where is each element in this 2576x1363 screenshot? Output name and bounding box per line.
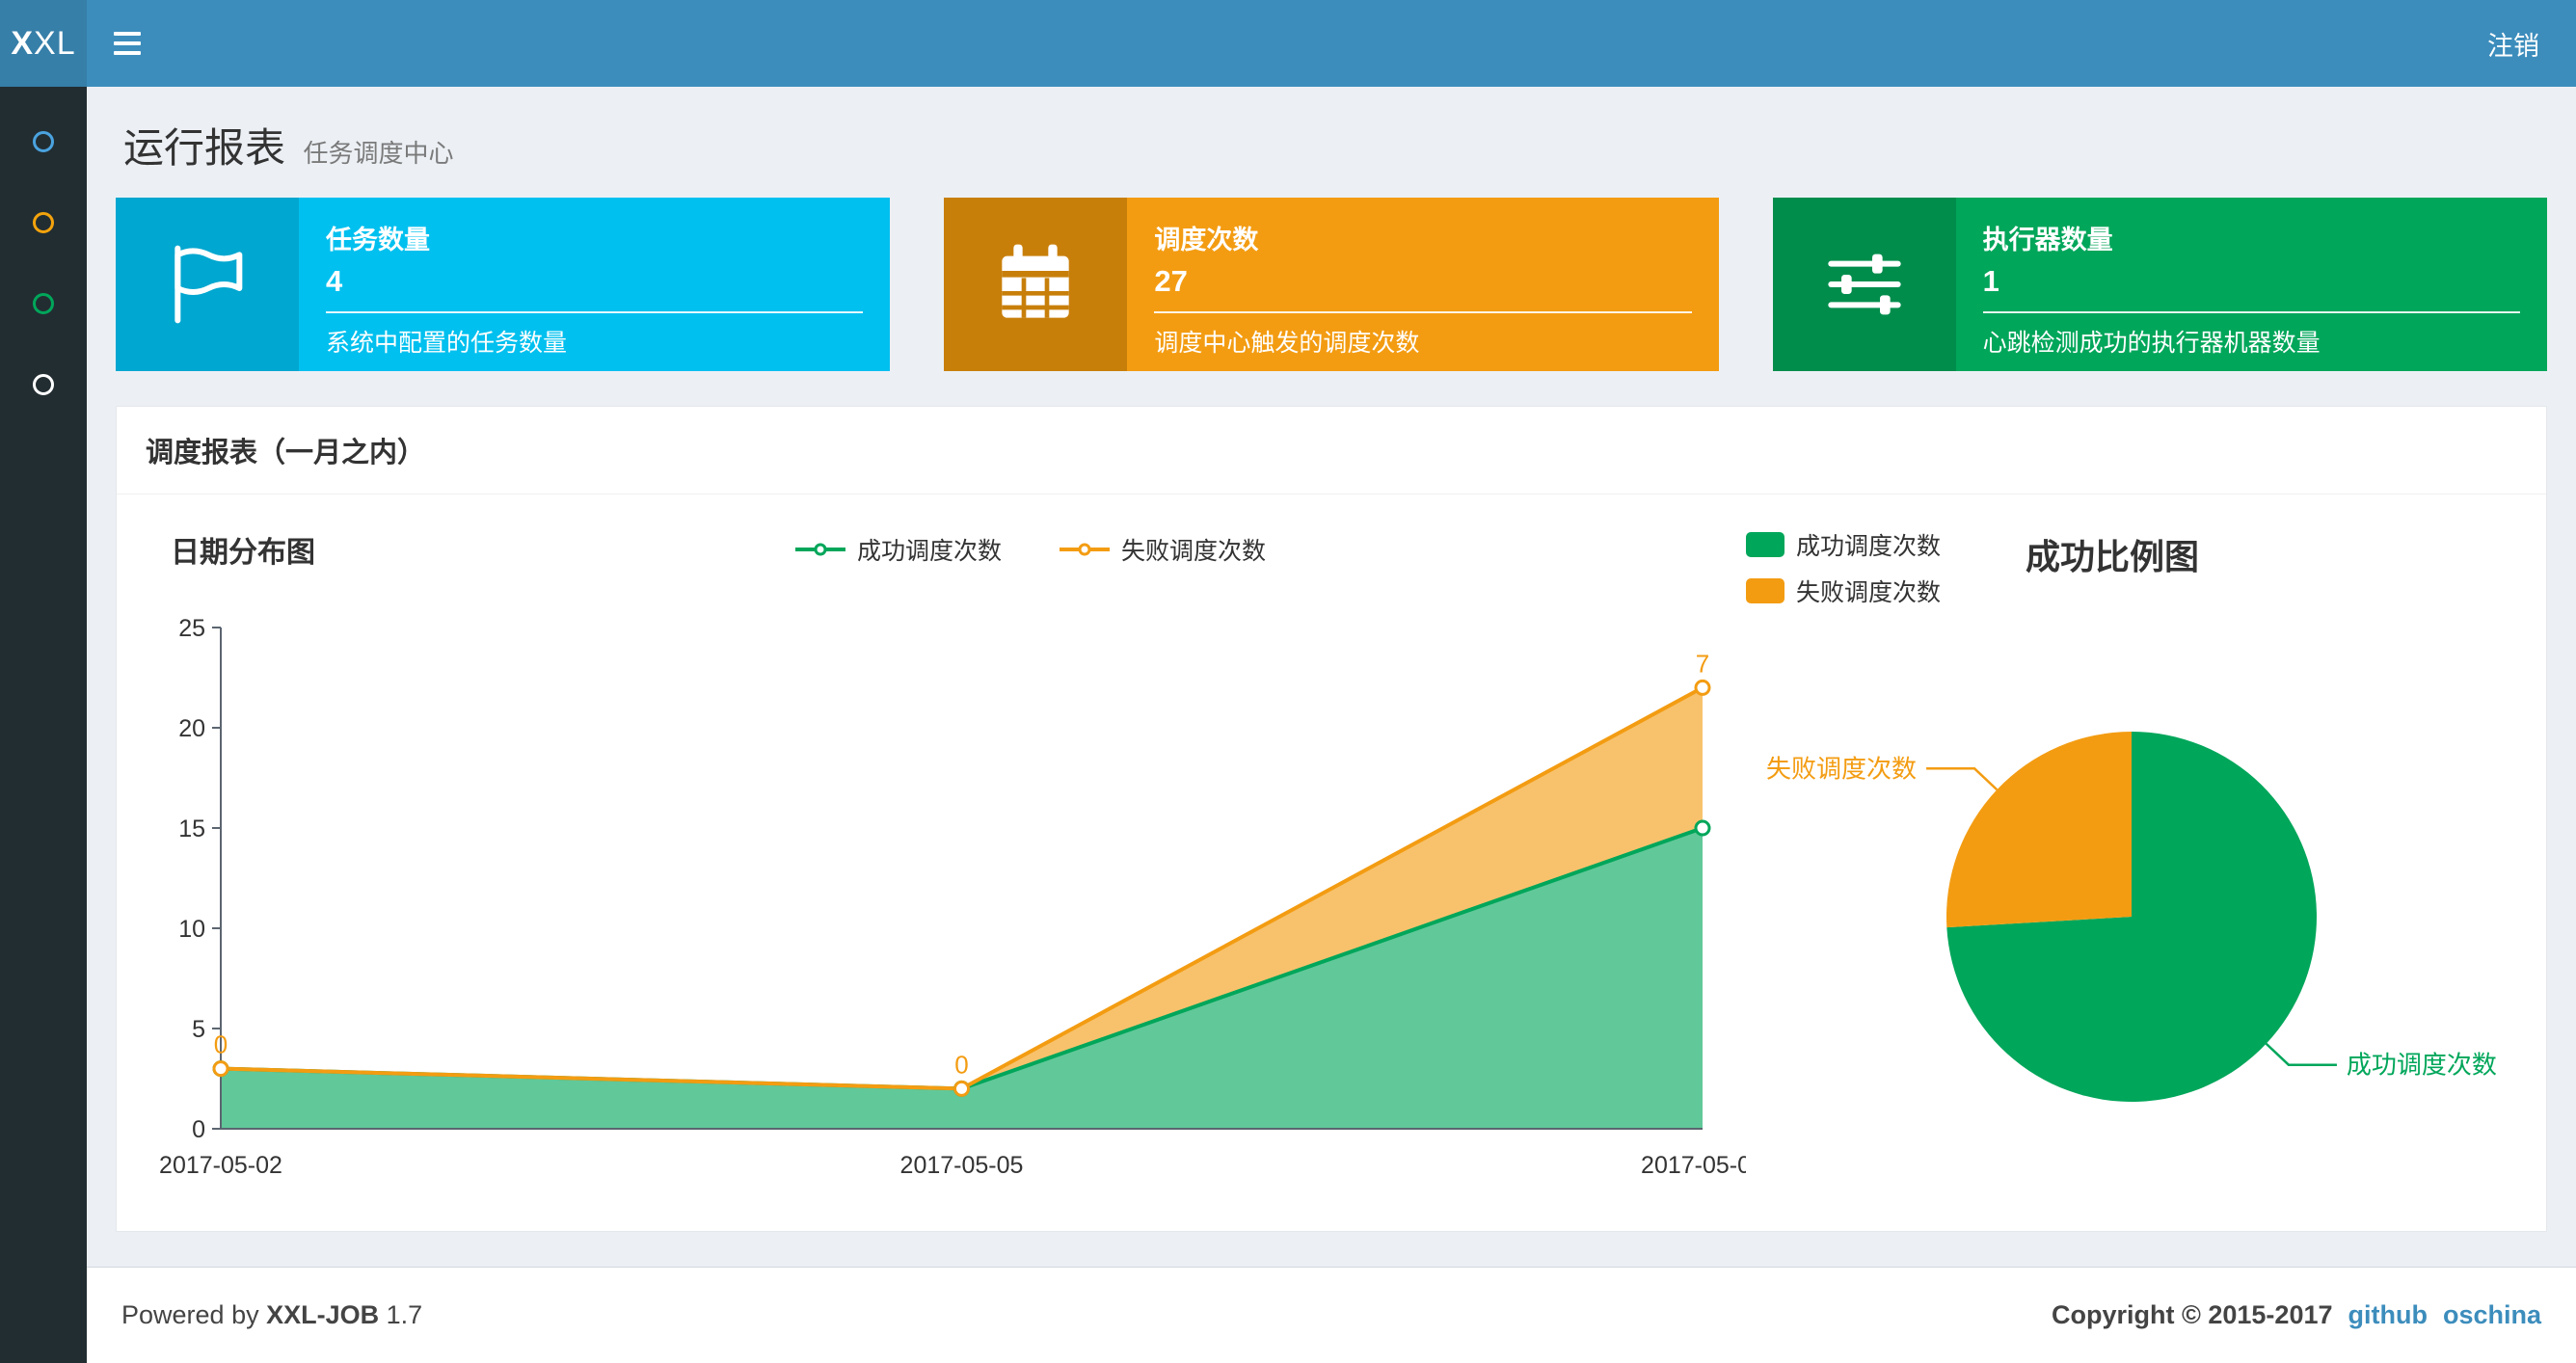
legend-label: 失败调度次数 [1796,579,1942,606]
legend-label: 成功调度次数 [1796,533,1942,560]
page-header: 运行报表 任务调度中心 [116,87,2547,198]
svg-text:2017-05-05: 2017-05-05 [900,1152,1024,1179]
navbar-right: 注销 [2451,0,2576,87]
info-box-value: 4 [326,264,343,298]
hamburger-icon [114,32,141,36]
divider [1982,311,2520,313]
svg-text:0: 0 [214,1030,228,1059]
info-box-label: 任务数量 [326,226,430,254]
github-link[interactable]: github [2348,1300,2428,1330]
page-subtitle: 任务调度中心 [303,139,454,168]
sidebar-toggle-button[interactable] [87,0,168,87]
calendar-icon [1002,244,1069,318]
pie-legend-item-fail[interactable]: 失败调度次数 [1746,574,1941,608]
svg-text:10: 10 [178,916,205,943]
svg-text:2017-05-02: 2017-05-02 [159,1152,282,1179]
sidebar [0,87,87,1363]
date-distribution-chart: 日期分布图 成功调度次数 失败调度次数 0 5 10 15 20 25 2017-05-02… [146,521,1746,1206]
version: 1.7 [386,1300,423,1329]
pie-legend-item-success[interactable]: 成功调度次数 [1746,527,1941,562]
info-box-executors: 执行器数量 1 心跳检测成功的执行器机器数量 [1772,198,2547,371]
pie-chart-legend: 成功调度次数 失败调度次数 [1746,527,1941,608]
info-box-label: 执行器数量 [1982,226,2113,254]
report-panel: 调度报表（一月之内） 日期分布图 成功调度次数 失败调度次数 0 5 10 15… [116,406,2547,1232]
legend-label: 失败调度次数 [1121,538,1267,565]
svg-text:失败调度次数: 失败调度次数 [1766,754,1917,783]
info-box-value: 1 [1982,264,1999,298]
flag-icon [174,245,243,324]
svg-text:0: 0 [954,1050,968,1079]
copyright: Copyright © 2015-2017 [2051,1300,2333,1329]
svg-text:5: 5 [192,1016,205,1043]
logo-text: XL [34,24,76,62]
powered-by: Powered by XXL-JOB 1.7 [121,1300,423,1329]
line-chart-legend: 成功调度次数 失败调度次数 [315,532,1746,567]
info-box-description: 调度中心触发的调度次数 [1154,330,1420,357]
info-box-description: 心跳检测成功的执行器机器数量 [1982,330,2321,357]
legend-label: 成功调度次数 [856,538,1002,565]
sidebar-item-3[interactable] [33,293,54,314]
line-marker-icon [1060,543,1110,556]
info-box-description: 系统中配置的任务数量 [326,330,568,357]
svg-text:7: 7 [1696,649,1709,678]
swatch-icon [1746,578,1784,603]
swatch-icon [1746,532,1784,557]
line-chart-svg[interactable]: 05101520252017-05-022017-05-052017-05-08… [146,577,1746,1204]
svg-text:成功调度次数: 成功调度次数 [2347,1051,2497,1080]
svg-text:15: 15 [178,815,205,842]
sidebar-item-1[interactable] [33,131,54,152]
panel-title: 调度报表（一月之内） [117,407,2546,494]
page-title: 运行报表 [123,125,286,171]
info-box-jobs: 任务数量 4 系统中配置的任务数量 [116,198,891,371]
line-marker-icon [794,543,845,556]
legend-item-success[interactable]: 成功调度次数 [794,532,1002,567]
svg-text:25: 25 [178,615,205,642]
brand-name: XXL-JOB [266,1300,380,1329]
main-content: 运行报表 任务调度中心 任务数量 4 系统中配置的任务数量 调度次数 27 调度… [87,87,2576,1232]
success-ratio-chart: 成功调度次数 失败调度次数 成功比例图 成功调度次数 失败调度次数 [1746,521,2527,1206]
line-chart-title: 日期分布图 [171,537,315,569]
info-box-value: 27 [1154,264,1188,298]
pie-chart-svg[interactable]: 成功调度次数 失败调度次数 [1746,608,2517,1206]
footer: Powered by XXL-JOB 1.7 Copyright © 2015-… [87,1267,2576,1363]
oschina-link[interactable]: oschina [2443,1300,2541,1330]
pie-chart-title: 成功比例图 [2026,537,2200,576]
svg-text:20: 20 [178,715,205,742]
app-logo[interactable]: X XL [0,0,87,87]
info-box-label: 调度次数 [1154,226,1259,254]
svg-text:0: 0 [192,1116,205,1143]
svg-text:2017-05-08: 2017-05-08 [1641,1152,1746,1179]
sidebar-item-4[interactable] [33,374,54,395]
sidebar-item-2[interactable] [33,212,54,233]
sliders-icon [1827,254,1901,315]
divider [326,311,864,313]
info-box-triggers: 调度次数 27 调度中心触发的调度次数 [944,198,1719,371]
logo-text-bold: X [11,24,35,62]
top-navbar: X XL 注销 [0,0,2576,87]
summary-row: 任务数量 4 系统中配置的任务数量 调度次数 27 调度中心触发的调度次数 执行… [116,198,2547,371]
logout-link[interactable]: 注销 [2451,0,2576,87]
divider [1154,311,1692,313]
legend-item-fail[interactable]: 失败调度次数 [1060,532,1266,567]
